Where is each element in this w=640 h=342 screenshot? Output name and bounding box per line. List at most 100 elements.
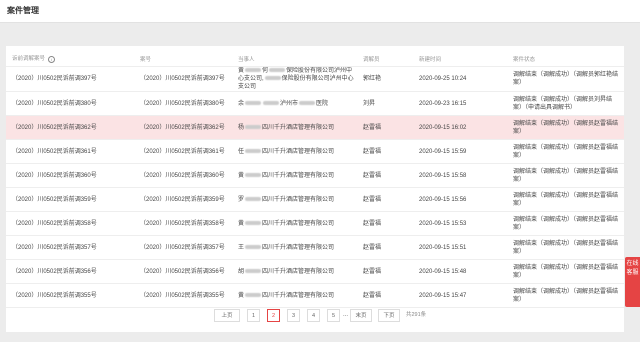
page-button[interactable]: 5 — [327, 309, 340, 322]
case-status: 调解结束（调解成功）（调解员赵雷福结案） — [507, 283, 624, 308]
created-time: 2020-09-25 10:24 — [413, 66, 507, 92]
case-number: （2020）川0502民诉前调380号 — [134, 91, 232, 116]
column-header-mediator: 调解员 — [357, 51, 413, 67]
page-ellipsis: ... — [343, 312, 349, 318]
redacted-text — [264, 76, 281, 81]
page-button[interactable]: 3 — [287, 309, 300, 322]
mediator: 赵雷福 — [357, 187, 413, 212]
table-row[interactable]: （2020）川0502民诉前调360号 （2020）川0502民诉前调360号黄四… — [6, 163, 624, 188]
case-number: （2020）川0502民诉前调360号 — [134, 163, 232, 188]
parties: 罗四川千升酒店管理有限公司 — [232, 187, 357, 212]
redacted-text — [245, 172, 262, 177]
column-header-party: 当事人 — [232, 51, 357, 67]
column-header-created: 新建时间 — [413, 51, 507, 67]
redacted-text — [245, 68, 262, 73]
table-row[interactable]: （2020）川0502民诉前调361号 （2020）川0502民诉前调361号任四… — [6, 139, 624, 164]
case-number: （2020）川0502民诉前调361号 — [134, 139, 232, 164]
redacted-text — [245, 148, 262, 153]
pre-case-number[interactable]: （2020）川0502民诉前调357号 — [6, 235, 134, 260]
created-time: 2020-09-15 15:56 — [413, 187, 507, 212]
case-status: 调解结束（调解成功）（调解员赵雷福结案） — [507, 187, 624, 212]
column-header-case-no: 案号 — [134, 51, 232, 67]
mediator: 郭红艳 — [357, 66, 413, 92]
case-number: （2020）川0502民诉前调358号 — [134, 211, 232, 236]
redacted-text — [245, 124, 262, 129]
mediator: 赵雷福 — [357, 259, 413, 284]
column-header-status: 案件状态 — [507, 51, 624, 67]
redacted-text — [245, 244, 262, 249]
case-status: 调解结束（调解成功）（调解员赵雷福结案） — [507, 163, 624, 188]
parties: 余泸州市 医院 — [232, 91, 357, 116]
parties: 黄四川千升酒店管理有限公司 — [232, 283, 357, 308]
redacted-text — [245, 220, 262, 225]
pre-case-number[interactable]: （2020）川0502民诉前调355号 — [6, 283, 134, 308]
case-status: 调解结束（调解成功）（调解员赵雷福结案） — [507, 211, 624, 236]
parties: 黄四川千升酒店管理有限公司 — [232, 211, 357, 236]
table-header: 诉前调解案号 i 案号 当事人 调解员 新建时间 案件状态 — [6, 51, 624, 67]
pre-case-number[interactable]: （2020）川0502民诉前调359号 — [6, 187, 134, 212]
mediator: 赵雷福 — [357, 211, 413, 236]
case-status: 调解结束（调解成功）（调解员赵雷福结案） — [507, 139, 624, 164]
case-status: 调解结束（调解成功）（调解员刘昇结案）（申请出具调解书） — [507, 91, 624, 116]
created-time: 2020-09-15 15:59 — [413, 139, 507, 164]
created-time: 2020-09-15 16:02 — [413, 115, 507, 140]
page-title: 案件管理 — [7, 6, 39, 15]
created-time: 2020-09-15 15:48 — [413, 259, 507, 284]
mediator: 赵雷福 — [357, 283, 413, 308]
table-row[interactable]: （2020）川0502民诉前调356号 （2020）川0502民诉前调356号胡四… — [6, 259, 624, 284]
parties: 黄何保险股份有限公司泸州中心支公司, 保险股份有限公司泸州中心支公司 — [232, 66, 357, 92]
created-time: 2020-09-15 15:58 — [413, 163, 507, 188]
next-page-button[interactable]: 下页 — [378, 309, 400, 322]
last-page-button[interactable]: 末页 — [350, 309, 372, 322]
pre-case-number[interactable]: （2020）川0502民诉前调360号 — [6, 163, 134, 188]
parties: 黄四川千升酒店管理有限公司 — [232, 163, 357, 188]
redacted-text — [245, 292, 262, 297]
table-row[interactable]: （2020）川0502民诉前调359号 （2020）川0502民诉前调359号罗四… — [6, 187, 624, 212]
case-number: （2020）川0502民诉前调397号 — [134, 66, 232, 92]
redacted-text — [269, 68, 286, 73]
case-number: （2020）川0502民诉前调362号 — [134, 115, 232, 140]
table-row[interactable]: （2020）川0502民诉前调362号 （2020）川0502民诉前调362号杨四… — [6, 115, 624, 140]
info-icon[interactable]: i — [48, 55, 56, 63]
online-service-button[interactable]: 在线客服 — [625, 257, 640, 307]
case-status: 调解结束（调解成功）（调解员赵雷福结案） — [507, 235, 624, 260]
mediator: 赵雷福 — [357, 235, 413, 260]
case-status: 调解结束（调解成功）（调解员赵雷福结案） — [507, 259, 624, 284]
pre-case-number[interactable]: （2020）川0502民诉前调358号 — [6, 211, 134, 236]
case-table: 诉前调解案号 i 案号 当事人 调解员 新建时间 案件状态 （2020）川0502… — [6, 51, 624, 308]
mediator: 赵雷福 — [357, 163, 413, 188]
created-time: 2020-09-15 15:47 — [413, 283, 507, 308]
parties: 任四川千升酒店管理有限公司 — [232, 139, 357, 164]
case-number: （2020）川0502民诉前调357号 — [134, 235, 232, 260]
case-number: （2020）川0502民诉前调359号 — [134, 187, 232, 212]
total-count: 共291条 — [406, 312, 427, 318]
table-row[interactable]: （2020）川0502民诉前调397号 （2020）川0502民诉前调397号黄何… — [6, 66, 624, 92]
redacted-text — [245, 268, 262, 273]
column-header-pre-no: 诉前调解案号 i — [6, 51, 134, 67]
table-row[interactable]: （2020）川0502民诉前调355号 （2020）川0502民诉前调355号黄四… — [6, 283, 624, 308]
mediator: 赵雷福 — [357, 139, 413, 164]
redacted-text — [245, 196, 262, 201]
prev-page-button[interactable]: 上页 — [214, 309, 240, 322]
parties: 杨四川千升酒店管理有限公司 — [232, 115, 357, 140]
page-button[interactable]: 4 — [307, 309, 320, 322]
created-time: 2020-09-23 16:15 — [413, 91, 507, 116]
pre-case-number[interactable]: （2020）川0502民诉前调361号 — [6, 139, 134, 164]
created-time: 2020-09-15 15:51 — [413, 235, 507, 260]
case-status: 调解结束（调解成功）（调解员郭红艳结案） — [507, 66, 624, 92]
page-button[interactable]: 1 — [247, 309, 260, 322]
pre-case-number[interactable]: （2020）川0502民诉前调397号 — [6, 66, 134, 92]
parties: 胡四川千升酒店管理有限公司 — [232, 259, 357, 284]
table-row[interactable]: （2020）川0502民诉前调357号 （2020）川0502民诉前调357号王四… — [6, 235, 624, 260]
case-number: （2020）川0502民诉前调356号 — [134, 259, 232, 284]
case-list-panel: 诉前调解案号 i 案号 当事人 调解员 新建时间 案件状态 （2020）川0502… — [6, 46, 624, 332]
pre-case-number[interactable]: （2020）川0502民诉前调380号 — [6, 91, 134, 116]
pre-case-number[interactable]: （2020）川0502民诉前调356号 — [6, 259, 134, 284]
table-row[interactable]: （2020）川0502民诉前调358号 （2020）川0502民诉前调358号黄四… — [6, 211, 624, 236]
redacted-text — [263, 100, 280, 105]
redacted-text — [245, 100, 262, 105]
table-row[interactable]: （2020）川0502民诉前调380号 （2020）川0502民诉前调380号余泸… — [6, 91, 624, 116]
mediator: 刘昇 — [357, 91, 413, 116]
pre-case-number[interactable]: （2020）川0502民诉前调362号 — [6, 115, 134, 140]
page-button-active[interactable]: 2 — [267, 309, 280, 322]
